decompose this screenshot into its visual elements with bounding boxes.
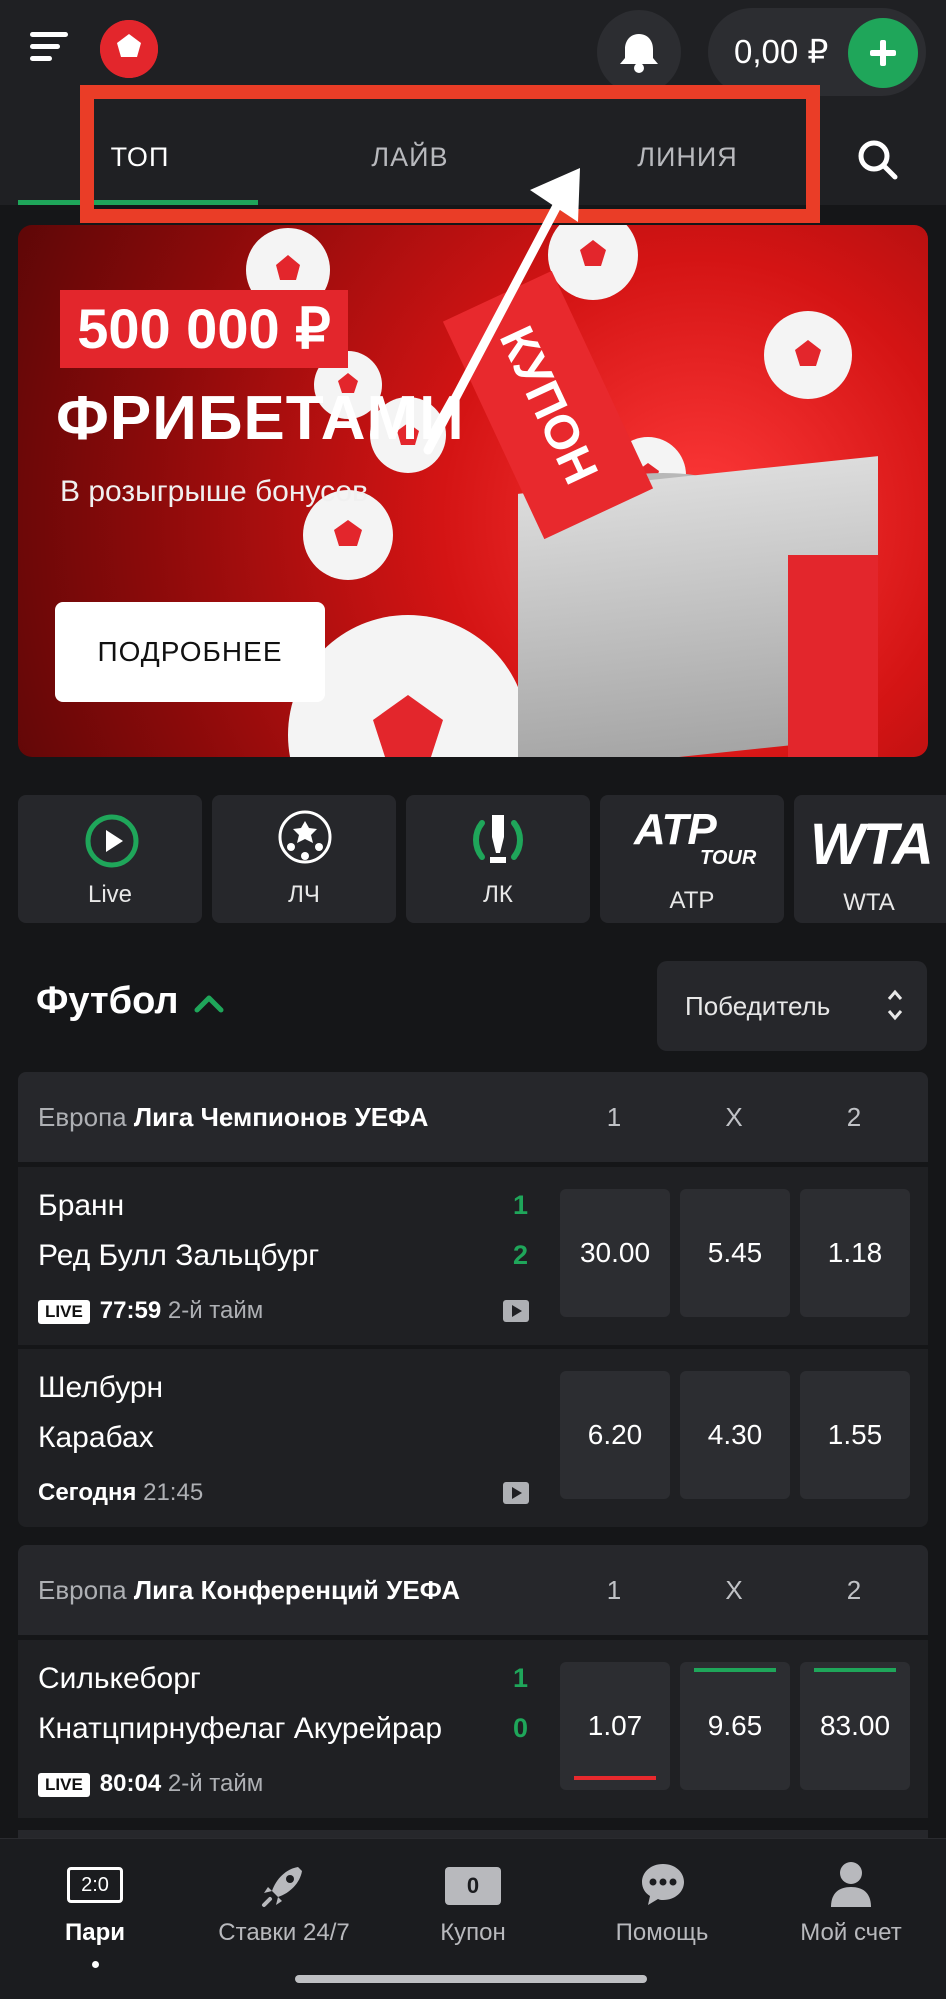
column-header-x: X <box>725 1575 743 1605</box>
live-badge: LIVE <box>38 1772 90 1797</box>
quick-category-atp[interactable]: ATP TOUR ATP <box>600 795 784 923</box>
column-header-1: 1 <box>606 1102 622 1132</box>
odd-button-x[interactable]: 4.30 <box>680 1371 790 1499</box>
next-row-peek <box>18 1830 928 1838</box>
team-away: Кнатцпирнуфелаг Акурейрар <box>38 1712 443 1745</box>
quick-category-label: ЛЧ <box>288 881 320 908</box>
match-status: LIVE 77:59 2-й тайм <box>38 1297 263 1325</box>
quick-category-label: Live <box>87 881 133 908</box>
market-selector[interactable]: Победитель <box>657 961 927 1051</box>
annotation-arrow-icon <box>423 168 580 455</box>
nav-item-bets[interactable]: 2:0 Пари <box>5 1839 185 1999</box>
odd-button-1[interactable]: 30.00 <box>560 1189 670 1317</box>
odd-trend-up <box>694 1668 776 1672</box>
video-icon[interactable] <box>503 1300 529 1322</box>
chevron-up-icon[interactable] <box>193 992 225 1014</box>
team-home: Силькеборг <box>38 1662 201 1695</box>
wta-logo-icon: WTA <box>810 812 934 877</box>
score-away: 0 <box>513 1713 529 1743</box>
coupon-icon: 0 <box>445 1867 501 1905</box>
market-selector-label: Победитель <box>685 991 831 1021</box>
active-dot <box>92 1961 99 1968</box>
odd-button-2[interactable]: 1.55 <box>800 1371 910 1499</box>
champions-ball-icon <box>278 810 332 864</box>
nav-label: Пари <box>64 1919 125 1946</box>
sport-section-title[interactable]: Футбол <box>36 980 179 1023</box>
team-home: Бранн <box>38 1189 125 1222</box>
team-away: Ред Булл Зальцбург <box>38 1239 320 1272</box>
quick-category-live[interactable]: Live <box>18 795 202 923</box>
odd-button-2[interactable]: 1.18 <box>800 1189 910 1317</box>
odd-button-x[interactable]: 9.65 <box>680 1662 790 1790</box>
column-header-2: 2 <box>846 1575 862 1605</box>
match-status: LIVE 80:04 2-й тайм <box>38 1770 263 1798</box>
league-title: Европа Лига Конференций УЕФА <box>38 1575 460 1605</box>
match-row[interactable]: Шелбурн Карабах Сегодня 21:45 6.20 4.30 … <box>18 1349 928 1527</box>
column-header-1: 1 <box>606 1575 622 1605</box>
column-header-2: 2 <box>846 1102 862 1132</box>
user-icon <box>831 1862 871 1907</box>
atp-logo-sub: TOUR <box>700 847 757 869</box>
league-header[interactable]: Европа Лига Чемпионов УЕФА 1 X 2 <box>18 1072 928 1162</box>
odd-trend-down <box>574 1776 656 1780</box>
odd-button-x[interactable]: 5.45 <box>680 1189 790 1317</box>
play-circle-icon <box>85 814 139 868</box>
score-away: 2 <box>513 1240 529 1270</box>
video-icon[interactable] <box>503 1482 529 1504</box>
match-row[interactable]: Силькеборг Кнатцпирнуфелаг Акурейрар 1 0… <box>18 1640 928 1818</box>
chat-icon <box>642 1864 684 1905</box>
odd-button-2[interactable]: 83.00 <box>800 1662 910 1790</box>
quick-category-conference-league[interactable]: ЛК <box>406 795 590 923</box>
league-title: Европа Лига Чемпионов УЕФА <box>38 1102 429 1132</box>
live-badge: LIVE <box>38 1299 90 1324</box>
odd-button-1[interactable]: 1.07 <box>560 1662 670 1790</box>
score-home: 1 <box>513 1663 529 1693</box>
nav-label: Купон <box>440 1919 506 1946</box>
nav-label: Помощь <box>615 1919 709 1946</box>
quick-category-label: WTA <box>843 889 895 916</box>
match-status: Сегодня 21:45 <box>38 1479 204 1506</box>
quick-category-wta[interactable]: WTA WTA <box>794 795 946 923</box>
nav-label: Ставки 24/7 <box>218 1919 350 1946</box>
odd-trend-up <box>814 1668 896 1672</box>
odd-button-1[interactable]: 6.20 <box>560 1371 670 1499</box>
match-row[interactable]: Бранн Ред Булл Зальцбург 1 2 LIVE 77:59 2… <box>18 1167 928 1345</box>
score-board-icon: 2:0 <box>67 1867 123 1903</box>
nav-label: Мой счет <box>800 1919 902 1946</box>
quick-category-label: ЛК <box>483 881 513 908</box>
team-home: Шелбурн <box>38 1371 164 1404</box>
team-away: Карабах <box>38 1421 154 1454</box>
conference-league-icon <box>473 815 523 863</box>
score-home: 1 <box>513 1190 529 1220</box>
nav-item-account[interactable]: Мой счет <box>761 1839 941 1999</box>
quick-category-label: ATP <box>669 887 715 914</box>
column-header-x: X <box>725 1102 743 1132</box>
rocket-icon <box>262 1867 302 1907</box>
system-home-indicator[interactable] <box>295 1975 647 1983</box>
league-header[interactable]: Европа Лига Конференций УЕФА 1 X 2 <box>18 1545 928 1635</box>
sort-arrows-icon <box>887 989 903 1021</box>
quick-category-champions-league[interactable]: ЛЧ <box>212 795 396 923</box>
